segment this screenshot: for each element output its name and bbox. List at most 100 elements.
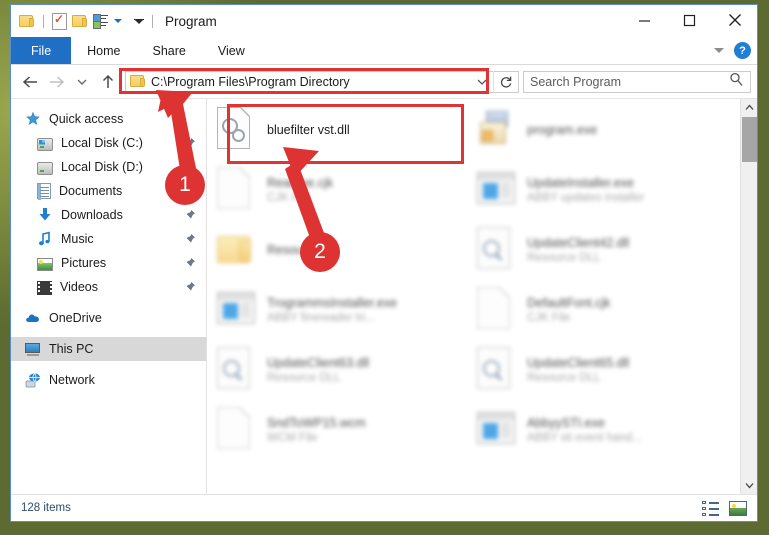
sidebar-item-label: Documents [59,184,123,198]
file-description: CJK File [527,312,571,324]
customize-view-icon[interactable] [93,14,108,29]
list-item[interactable]: DefaultFont.cjk CJK File [477,283,727,337]
annotation-step-1: 1 [165,165,205,205]
customize-toolbar-icon[interactable] [134,18,144,24]
scrollbar-thumb[interactable] [742,117,757,162]
sidebar-item-local-disk-c[interactable]: Local Disk (C:) [11,131,206,155]
list-item[interactable]: AbbyySTI.exe ABBY sti event hand... [477,403,727,457]
help-icon[interactable]: ? [734,42,751,59]
file-name: UpdateClient63.dll [267,356,370,370]
list-item[interactable]: UpdateClient63.dll Resource DLL [217,343,467,397]
pin-icon[interactable] [185,233,196,244]
sidebar-item-label: Network [49,373,95,387]
blank-file-icon [217,407,257,453]
sidebar-item-videos[interactable]: Videos [11,275,206,299]
file-name: SndToWP15.wcm [267,416,366,430]
view-mode-buttons [702,500,747,516]
list-item[interactable]: program.exe [477,103,727,157]
file-description: Resource DLL [527,372,601,384]
sidebar-item-network[interactable]: Network [11,368,206,392]
chevron-down-icon[interactable] [714,48,724,53]
sidebar-item-onedrive[interactable]: OneDrive [11,306,206,330]
file-description: WCM File [267,432,318,444]
file-name: UpdateClient42.dll [527,236,630,250]
onedrive-icon [25,310,41,326]
downloads-icon [37,207,53,223]
search-box[interactable]: Search Program [523,70,751,93]
window-title: Program [165,13,217,29]
sidebar-item-quick-access[interactable]: Quick access [11,107,206,131]
folder-icon [217,227,257,273]
forward-button[interactable] [43,69,69,95]
tab-home[interactable]: Home [71,37,136,64]
window-controls [622,5,757,35]
sidebar-item-downloads[interactable]: Downloads [11,203,206,227]
exe-icon [477,167,517,213]
chevron-down-icon[interactable] [114,19,122,23]
address-bar[interactable]: C:\Program Files\Program Directory [125,70,519,93]
back-button[interactable] [17,69,43,95]
blank-file-icon [217,167,257,213]
sidebar-item-label: OneDrive [49,311,102,325]
resource-dll-icon [217,347,257,393]
refresh-button[interactable] [493,70,518,93]
drive-c-icon [37,137,53,151]
folder-icon[interactable] [19,14,35,28]
list-item[interactable]: UpdateInstaller.exe ABBY updates install… [477,163,727,217]
search-input[interactable]: Search Program [530,75,729,89]
sidebar-item-label: Local Disk (C:) [61,136,143,150]
recent-locations-button[interactable] [69,69,95,95]
file-name: Readme.cjk [267,176,333,190]
file-grid: bluefilter vst.dll program.exe Readme.cj… [207,99,740,494]
exe-icon [477,407,517,453]
blank-file-icon [477,287,517,333]
tab-share[interactable]: Share [137,37,202,64]
sidebar-item-pictures[interactable]: Pictures [11,251,206,275]
file-description: Resource DLL [267,372,341,384]
maximize-button[interactable] [667,5,712,35]
list-item[interactable]: Resources [217,223,467,277]
list-item[interactable]: bluefilter vst.dll [217,103,467,157]
up-button[interactable] [95,69,121,95]
file-name: TrogrammsInstaller.exe [267,296,398,310]
large-icons-view-button[interactable] [729,500,747,516]
pin-icon[interactable] [185,137,196,148]
minimize-button[interactable] [622,5,667,35]
explorer-body: Quick access Local Disk (C:) Local Disk … [11,99,757,494]
resource-dll-icon [477,227,517,273]
details-view-button[interactable] [702,500,719,516]
sidebar-item-music[interactable]: Music [11,227,206,251]
folder-icon [130,75,146,88]
this-pc-icon [25,342,41,357]
address-dropdown-button[interactable] [471,77,493,87]
tab-view[interactable]: View [202,37,261,64]
music-icon [37,231,53,247]
pin-icon[interactable] [185,257,196,268]
vertical-scrollbar[interactable] [740,99,757,494]
file-name: DefaultFont.cjk [527,296,611,310]
annotation-step-2: 2 [300,232,340,272]
new-folder-icon[interactable] [72,14,88,28]
list-item[interactable]: SndToWP15.wcm WCM File [217,403,467,457]
search-icon[interactable] [729,72,744,92]
tab-file[interactable]: File [11,37,72,64]
list-item[interactable]: TrogrammsInstaller.exe ABBY finereader t… [217,283,467,337]
videos-icon [37,280,52,295]
sidebar-item-label: This PC [49,342,94,356]
file-explorer-window: Program File Home Share View ? [10,4,758,522]
close-button[interactable] [712,5,757,35]
star-icon [25,111,41,127]
file-name: program.exe [527,123,598,137]
list-item[interactable]: UpdateClient42.dll Resource DLL [477,223,727,277]
scroll-down-button[interactable] [741,477,757,494]
sidebar-item-this-pc[interactable]: This PC [11,337,206,361]
pin-icon[interactable] [185,281,196,292]
pin-icon[interactable] [185,209,196,220]
list-item[interactable]: UpdateClient65.dll Resource DLL [477,343,727,397]
properties-icon[interactable] [52,12,67,30]
file-name: UpdateInstaller.exe [527,176,635,190]
list-item[interactable]: Readme.cjk CJK File [217,163,467,217]
pictures-icon [37,257,53,271]
scroll-up-button[interactable] [741,99,757,116]
navigation-pane: Quick access Local Disk (C:) Local Disk … [11,99,207,494]
